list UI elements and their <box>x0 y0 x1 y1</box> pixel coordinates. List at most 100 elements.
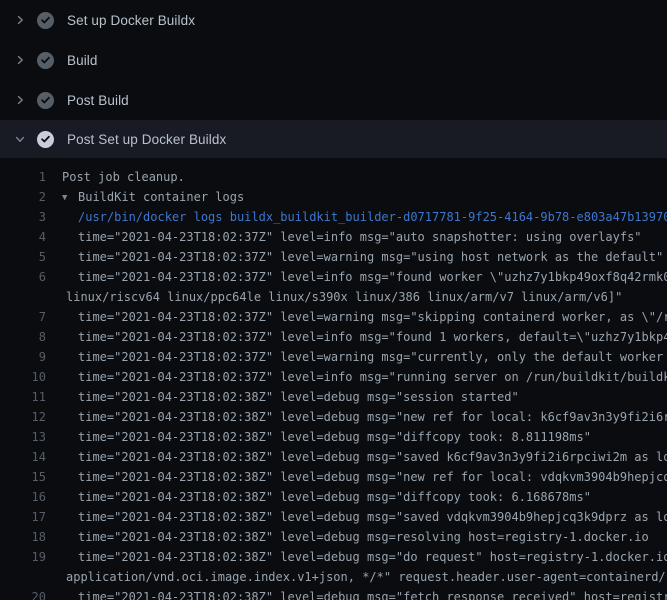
step-label: Post Build <box>67 93 129 108</box>
log-text-content: Post job cleanup. <box>62 170 185 184</box>
group-toggle-icon[interactable]: ▼ <box>62 188 78 207</box>
line-number[interactable]: 20 <box>0 587 46 600</box>
chevron-right-icon[interactable] <box>12 52 28 68</box>
log-text: time="2021-04-23T18:02:38Z" level=debug … <box>62 387 519 407</box>
workflow-log-viewer: Set up Docker Buildx Build <box>0 0 667 600</box>
log-line: 3 /usr/bin/docker logs buildx_buildkit_b… <box>0 207 667 227</box>
log-line: 17 time="2021-04-23T18:02:38Z" level=deb… <box>0 507 667 527</box>
log-text-content: time="2021-04-23T18:02:37Z" level=warnin… <box>78 250 663 264</box>
log-line: 12 time="2021-04-23T18:02:38Z" level=deb… <box>0 407 667 427</box>
log-line: 5 time="2021-04-23T18:02:37Z" level=warn… <box>0 247 667 267</box>
step-header[interactable]: Set up Docker Buildx <box>0 0 667 40</box>
log-text-content: time="2021-04-23T18:02:38Z" level=debug … <box>78 510 667 524</box>
log-text: time="2021-04-23T18:02:38Z" level=debug … <box>62 507 667 527</box>
check-circle-icon <box>37 52 54 69</box>
log-text: time="2021-04-23T18:02:38Z" level=debug … <box>62 447 667 467</box>
line-number[interactable]: 16 <box>0 487 46 507</box>
log-text-content: linux/riscv64 linux/ppc64le linux/s390x … <box>66 290 622 304</box>
chevron-right-icon[interactable] <box>12 12 28 28</box>
log-text-content: /usr/bin/docker logs buildx_buildkit_bui… <box>78 210 667 224</box>
line-number[interactable]: 13 <box>0 427 46 447</box>
log-text-content: time="2021-04-23T18:02:37Z" level=warnin… <box>78 350 667 364</box>
log-text: time="2021-04-23T18:02:38Z" level=debug … <box>62 467 667 487</box>
line-number[interactable]: 11 <box>0 387 46 407</box>
line-number[interactable]: 4 <box>0 227 46 247</box>
log-text: ▼BuildKit container logs <box>62 187 244 207</box>
line-number[interactable]: 7 <box>0 307 46 327</box>
log-line: application/vnd.oci.image.index.v1+json,… <box>0 567 667 587</box>
log-text: time="2021-04-23T18:02:37Z" level=warnin… <box>62 347 667 367</box>
log-line: 15 time="2021-04-23T18:02:38Z" level=deb… <box>0 467 667 487</box>
log-text: application/vnd.oci.image.index.v1+json,… <box>62 567 667 587</box>
log-text: time="2021-04-23T18:02:38Z" level=debug … <box>62 587 667 600</box>
log-text-content: time="2021-04-23T18:02:38Z" level=debug … <box>78 550 667 564</box>
log-line: 16 time="2021-04-23T18:02:38Z" level=deb… <box>0 487 667 507</box>
line-number[interactable]: 12 <box>0 407 46 427</box>
log-line: 18 time="2021-04-23T18:02:38Z" level=deb… <box>0 527 667 547</box>
log-text: time="2021-04-23T18:02:38Z" level=debug … <box>62 407 667 427</box>
log-text: time="2021-04-23T18:02:38Z" level=debug … <box>62 527 649 547</box>
log-area: 1 Post job cleanup. 2 ▼BuildKit containe… <box>0 158 667 600</box>
line-number[interactable]: 15 <box>0 467 46 487</box>
line-number[interactable]: 10 <box>0 367 46 387</box>
log-text: time="2021-04-23T18:02:37Z" level=info m… <box>62 267 667 287</box>
log-text-content: time="2021-04-23T18:02:38Z" level=debug … <box>78 590 667 600</box>
log-text: time="2021-04-23T18:02:37Z" level=warnin… <box>62 307 667 327</box>
step-label: Build <box>67 53 98 68</box>
line-number[interactable]: 2 <box>0 187 46 207</box>
step-list: Set up Docker Buildx Build <box>0 0 667 158</box>
log-text: linux/riscv64 linux/ppc64le linux/s390x … <box>62 287 622 307</box>
log-text: time="2021-04-23T18:02:37Z" level=info m… <box>62 367 667 387</box>
line-number[interactable]: 9 <box>0 347 46 367</box>
log-text-content: time="2021-04-23T18:02:37Z" level=warnin… <box>78 310 667 324</box>
log-line: 7 time="2021-04-23T18:02:37Z" level=warn… <box>0 307 667 327</box>
line-number[interactable]: 5 <box>0 247 46 267</box>
line-number[interactable]: 3 <box>0 207 46 227</box>
log-text-content: time="2021-04-23T18:02:38Z" level=debug … <box>78 450 667 464</box>
check-circle-icon <box>37 92 54 109</box>
step-label: Set up Docker Buildx <box>67 13 195 28</box>
log-text: time="2021-04-23T18:02:37Z" level=info m… <box>62 227 642 247</box>
log-text-content: time="2021-04-23T18:02:37Z" level=info m… <box>78 370 667 384</box>
log-text-content: application/vnd.oci.image.index.v1+json,… <box>66 570 667 584</box>
log-line: 4 time="2021-04-23T18:02:37Z" level=info… <box>0 227 667 247</box>
log-line: 13 time="2021-04-23T18:02:38Z" level=deb… <box>0 427 667 447</box>
log-line: linux/riscv64 linux/ppc64le linux/s390x … <box>0 287 667 307</box>
log-text-content: time="2021-04-23T18:02:38Z" level=debug … <box>78 430 591 444</box>
log-line: 19 time="2021-04-23T18:02:38Z" level=deb… <box>0 547 667 567</box>
line-number[interactable]: 6 <box>0 267 46 287</box>
log-text-content: time="2021-04-23T18:02:37Z" level=info m… <box>78 270 667 284</box>
line-number[interactable] <box>0 287 46 307</box>
log-text-content: time="2021-04-23T18:02:38Z" level=debug … <box>78 390 519 404</box>
log-text-content: time="2021-04-23T18:02:38Z" level=debug … <box>78 410 667 424</box>
line-number[interactable]: 14 <box>0 447 46 467</box>
line-number[interactable] <box>0 567 46 587</box>
log-text-content: time="2021-04-23T18:02:38Z" level=debug … <box>78 490 591 504</box>
log-text-content: time="2021-04-23T18:02:38Z" level=debug … <box>78 530 649 544</box>
log-line: 1 Post job cleanup. <box>0 167 667 187</box>
chevron-down-icon[interactable] <box>12 131 28 147</box>
step-label: Post Set up Docker Buildx <box>67 132 226 147</box>
step-header[interactable]: Post Build <box>0 80 667 120</box>
log-text: Post job cleanup. <box>62 167 185 187</box>
log-text: /usr/bin/docker logs buildx_buildkit_bui… <box>62 207 667 227</box>
line-number[interactable]: 18 <box>0 527 46 547</box>
log-line: 8 time="2021-04-23T18:02:37Z" level=info… <box>0 327 667 347</box>
log-text-content: time="2021-04-23T18:02:37Z" level=info m… <box>78 230 642 244</box>
log-text: time="2021-04-23T18:02:38Z" level=debug … <box>62 547 667 567</box>
step-header[interactable]: Post Set up Docker Buildx <box>0 120 667 158</box>
log-line: 14 time="2021-04-23T18:02:38Z" level=deb… <box>0 447 667 467</box>
log-text: time="2021-04-23T18:02:37Z" level=info m… <box>62 327 667 347</box>
log-line: 9 time="2021-04-23T18:02:37Z" level=warn… <box>0 347 667 367</box>
chevron-right-icon[interactable] <box>12 92 28 108</box>
line-number[interactable]: 1 <box>0 167 46 187</box>
log-text-content: time="2021-04-23T18:02:37Z" level=info m… <box>78 330 667 344</box>
log-line: 10 time="2021-04-23T18:02:37Z" level=inf… <box>0 367 667 387</box>
line-number[interactable]: 17 <box>0 507 46 527</box>
line-number[interactable]: 8 <box>0 327 46 347</box>
log-text-content: time="2021-04-23T18:02:38Z" level=debug … <box>78 470 667 484</box>
log-text-content: BuildKit container logs <box>78 190 244 204</box>
log-text: time="2021-04-23T18:02:37Z" level=warnin… <box>62 247 663 267</box>
line-number[interactable]: 19 <box>0 547 46 567</box>
step-header[interactable]: Build <box>0 40 667 80</box>
